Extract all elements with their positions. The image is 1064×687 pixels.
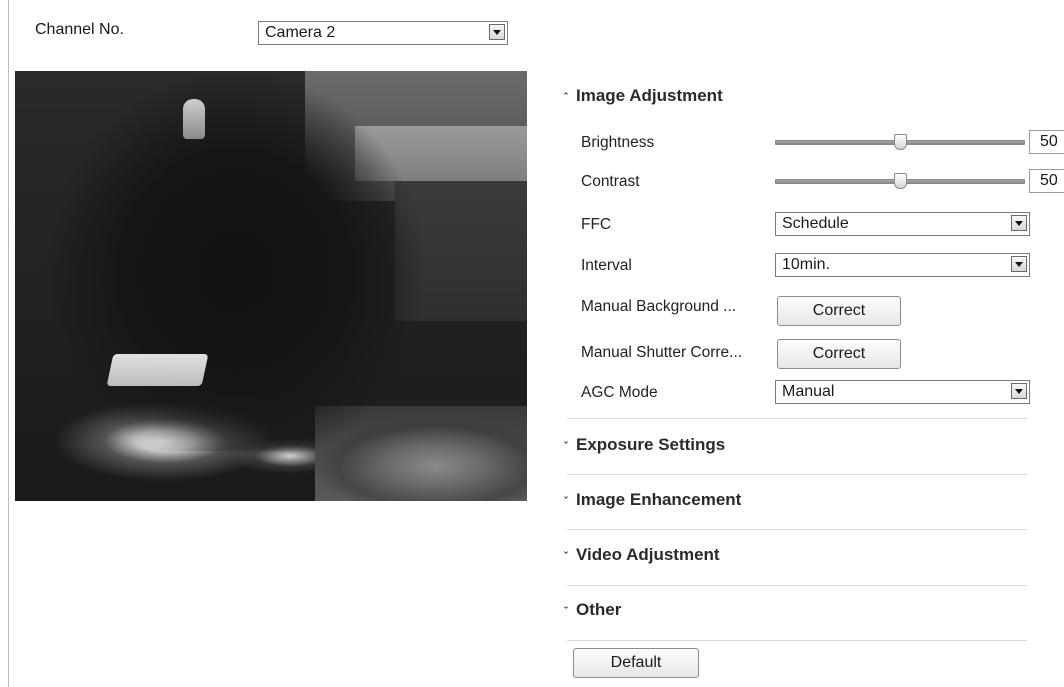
preview-tree bbox=[35, 71, 425, 451]
chevron-down-icon[interactable] bbox=[489, 24, 505, 40]
brightness-value[interactable]: 50 bbox=[1029, 130, 1064, 154]
section-video-adjustment[interactable]: ˇ Video Adjustment bbox=[564, 545, 720, 565]
manual-background-label: Manual Background ... bbox=[581, 298, 737, 315]
section-title: Exposure Settings bbox=[576, 435, 726, 454]
brightness-label: Brightness bbox=[581, 134, 655, 151]
contrast-slider-thumb[interactable] bbox=[894, 173, 907, 189]
chevron-down-icon: ˇ bbox=[564, 606, 568, 618]
section-title: Image Enhancement bbox=[576, 490, 742, 509]
section-divider bbox=[567, 418, 1027, 419]
section-divider bbox=[567, 585, 1027, 586]
section-image-adjustment[interactable]: ˆ Image Adjustment bbox=[564, 86, 723, 106]
chevron-down-icon[interactable] bbox=[1011, 215, 1027, 231]
ffc-label: FFC bbox=[581, 216, 612, 233]
chevron-down-icon[interactable] bbox=[1011, 383, 1027, 399]
section-divider bbox=[567, 474, 1027, 475]
section-other[interactable]: ˇ Other bbox=[564, 600, 621, 620]
contrast-label: Contrast bbox=[581, 173, 640, 190]
manual-shutter-label: Manual Shutter Corre... bbox=[581, 344, 743, 361]
interval-select[interactable]: 10min. bbox=[775, 253, 1030, 277]
section-divider bbox=[567, 529, 1027, 530]
preview-lamp bbox=[183, 99, 205, 139]
ffc-select[interactable]: Schedule bbox=[775, 212, 1030, 236]
channel-select[interactable]: Camera 2 bbox=[258, 21, 508, 45]
ffc-select-value: Schedule bbox=[782, 215, 849, 232]
live-preview bbox=[15, 71, 527, 501]
brightness-slider-thumb[interactable] bbox=[894, 134, 907, 150]
preview-hot-spot bbox=[106, 354, 209, 386]
interval-select-value: 10min. bbox=[782, 256, 831, 273]
default-button[interactable]: Default bbox=[573, 648, 699, 678]
section-exposure-settings[interactable]: ˇ Exposure Settings bbox=[564, 435, 725, 455]
agc-mode-select[interactable]: Manual bbox=[775, 380, 1030, 404]
chevron-down-icon: ˇ bbox=[564, 551, 568, 563]
agc-mode-label: AGC Mode bbox=[581, 384, 658, 401]
section-title: Video Adjustment bbox=[576, 545, 720, 564]
contrast-slider[interactable] bbox=[775, 173, 1025, 189]
agc-mode-select-value: Manual bbox=[782, 383, 835, 400]
chevron-down-icon: ˇ bbox=[564, 496, 568, 508]
channel-select-value: Camera 2 bbox=[265, 24, 336, 41]
contrast-value[interactable]: 50 bbox=[1029, 169, 1064, 193]
manual-background-correct-button[interactable]: Correct bbox=[777, 296, 901, 326]
section-divider bbox=[567, 640, 1027, 641]
chevron-down-icon: ˇ bbox=[564, 441, 568, 453]
section-title: Image Adjustment bbox=[576, 86, 723, 105]
channel-label: Channel No. bbox=[35, 21, 124, 38]
chevron-down-icon[interactable] bbox=[1011, 256, 1027, 272]
interval-label: Interval bbox=[581, 257, 632, 274]
chevron-up-icon: ˆ bbox=[564, 92, 568, 104]
section-title: Other bbox=[576, 600, 622, 619]
manual-shutter-correct-button[interactable]: Correct bbox=[777, 339, 901, 369]
brightness-slider[interactable] bbox=[775, 134, 1025, 150]
section-image-enhancement[interactable]: ˇ Image Enhancement bbox=[564, 490, 741, 510]
